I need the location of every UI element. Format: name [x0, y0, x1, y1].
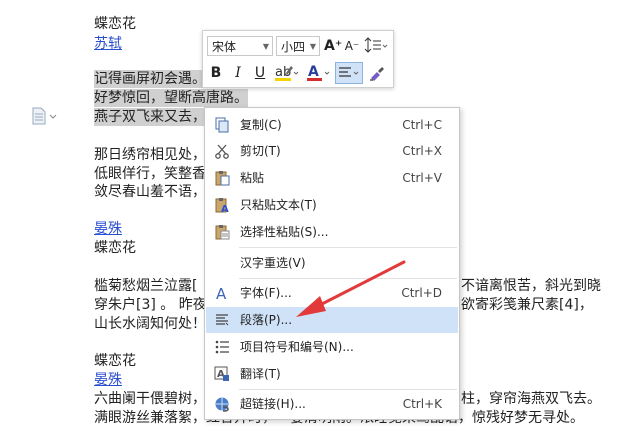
paste-special-icon: [215, 225, 230, 240]
paragraph-icon: [216, 314, 229, 326]
highlight-color-button[interactable]: ab: [273, 63, 301, 89]
font-color-button[interactable]: A: [305, 63, 333, 89]
font-color-icon: A: [307, 64, 330, 81]
font-size-select[interactable]: 小四 ▼: [276, 36, 320, 56]
selected-text-line[interactable]: 燕子双飞来又去，: [94, 108, 206, 126]
menu-item-paste-text-only[interactable]: A 只粘贴文本(T): [206, 192, 458, 218]
align-button[interactable]: [335, 62, 363, 84]
font-name-value: 宋体: [212, 40, 237, 54]
poem-title: 蝶恋花: [94, 240, 136, 256]
text-line-continuation: 欲寄彩笺兼尺素[4]，: [461, 297, 593, 313]
mini-format-toolbar: 宋体 ▼ 小四 ▼ A⁺ A⁻ B I U ab A: [202, 30, 394, 88]
menu-item-paste[interactable]: 粘贴 Ctrl+V: [206, 165, 458, 191]
menu-item-paste-special[interactable]: 选择性粘贴(S)...: [206, 219, 458, 245]
svg-text:A: A: [308, 64, 319, 80]
underline-button[interactable]: U: [252, 63, 268, 83]
svg-text:A: A: [221, 204, 229, 213]
format-painter-icon: [370, 67, 384, 81]
menu-item-reconvert[interactable]: 汉字重选(V): [206, 250, 458, 276]
menu-item-font[interactable]: A 字体(F)... Ctrl+D: [206, 280, 458, 306]
menu-separator: [239, 278, 457, 279]
highlighter-icon: ab: [275, 65, 299, 81]
chevron-down-icon: ▼: [309, 42, 316, 51]
text-line-continuation: 不谙离恨苦，斜光到晓: [461, 278, 601, 294]
svg-text:A: A: [216, 285, 227, 301]
text-line: 六曲阑干偎碧树，: [94, 391, 206, 407]
menu-separator: [239, 247, 457, 248]
selected-text-line[interactable]: 记得画屏初会遇。: [94, 70, 206, 88]
translate-icon: A: [214, 366, 229, 381]
font-icon: A: [216, 285, 227, 301]
text-line: 山长水阔知何处！: [94, 316, 206, 332]
chevron-down-icon: ▼: [262, 42, 269, 51]
paste-text-icon: A: [215, 198, 229, 213]
bullets-icon: [215, 340, 229, 354]
menu-item-paragraph[interactable]: 段落(P)...: [206, 307, 458, 333]
menu-separator: [239, 389, 457, 390]
bold-button[interactable]: B: [208, 63, 224, 83]
text-line: 槛菊愁烟兰泣露[: [94, 278, 198, 294]
format-painter-button[interactable]: [366, 63, 388, 89]
menu-item-bullets-numbering[interactable]: 项目符号和编号(N)...: [206, 334, 458, 360]
hyperlink-icon: [215, 397, 229, 412]
text-line: 敛尽春山羞不语，: [94, 184, 206, 200]
align-left-icon: [339, 67, 359, 77]
author-link[interactable]: 晏殊: [94, 220, 122, 238]
italic-button[interactable]: I: [230, 63, 246, 83]
font-name-select[interactable]: 宋体 ▼: [207, 36, 273, 56]
text-line: 那日绣帘相见处，: [94, 147, 206, 163]
menu-item-translate[interactable]: A 翻译(T): [206, 361, 458, 387]
line-spacing-icon: [364, 37, 388, 53]
menu-item-cut[interactable]: 剪切(T) Ctrl+X: [206, 138, 458, 164]
author-link[interactable]: 苏轼: [94, 35, 122, 53]
text-line-continuation: 柱，穿帘海燕双飞去。: [461, 391, 601, 407]
selected-text-line[interactable]: 好梦惊回，望断高唐路。: [94, 89, 248, 107]
shrink-font-button[interactable]: A⁻: [344, 36, 360, 56]
menu-item-copy[interactable]: 复制(C) Ctrl+C: [206, 112, 458, 138]
author-link[interactable]: 晏殊: [94, 371, 122, 389]
paragraph-handle-icon[interactable]: [31, 107, 57, 129]
font-size-value: 小四: [281, 40, 306, 54]
scissors-icon: [215, 144, 229, 159]
poem-title: 蝶恋花: [94, 16, 136, 32]
line-spacing-button[interactable]: [363, 36, 389, 62]
poem-title: 蝶恋花: [94, 353, 136, 369]
text-line: 低眼佯行，笑整香: [94, 166, 206, 182]
text-line: 穿朱户[3] 。 昨夜: [94, 297, 207, 313]
menu-item-hyperlink[interactable]: 超链接(H)... Ctrl+K: [206, 391, 458, 417]
paste-icon: [215, 171, 230, 186]
copy-icon: [215, 117, 229, 133]
grow-font-button[interactable]: A⁺: [324, 36, 342, 56]
context-menu: 复制(C) Ctrl+C 剪切(T) Ctrl+X 粘贴 Ctrl+V A 只粘…: [204, 107, 460, 420]
